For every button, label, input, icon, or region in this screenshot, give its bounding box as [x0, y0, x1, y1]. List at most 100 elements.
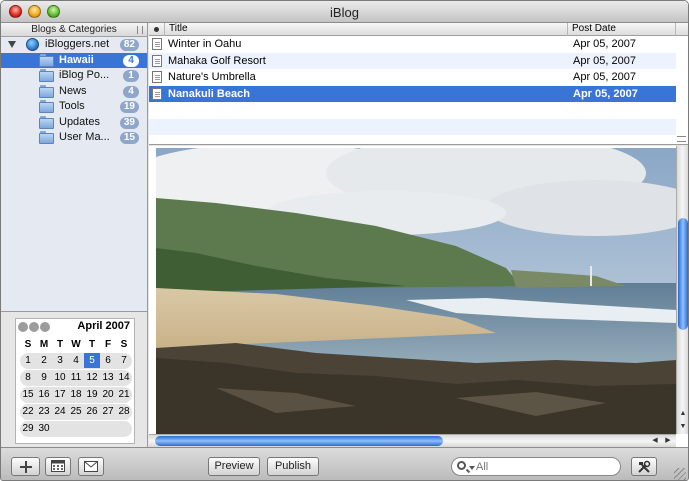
post-list: Title Post Date Winter in Oahu Apr 05, 2… [149, 23, 688, 145]
calendar-day[interactable]: 22 [20, 404, 36, 419]
calendar-day[interactable]: 12 [84, 370, 100, 385]
post-date: Apr 05, 2007 [573, 87, 638, 100]
mail-button[interactable] [78, 457, 104, 476]
preview-button[interactable]: Preview [208, 457, 260, 476]
calendar-day[interactable]: 25 [68, 404, 84, 419]
calendar-day[interactable]: 6 [100, 353, 116, 368]
calendar-day[interactable]: 7 [116, 353, 132, 368]
calendar-day[interactable]: 1 [20, 353, 36, 368]
calendar-day[interactable]: 14 [116, 370, 132, 385]
post-date: Apr 05, 2007 [573, 71, 636, 83]
search-input[interactable] [476, 459, 616, 474]
next-month-icon[interactable] [40, 322, 50, 332]
scroll-down-arrow-icon[interactable]: ▼ [677, 421, 688, 433]
calendar-day[interactable]: 16 [36, 387, 52, 402]
calendar-day[interactable]: 24 [52, 404, 68, 419]
calendar-grid: S M T W T F S 1 2 3 4 5 6 7 8 9 10 11 12 13 14 15 16 17 1… [20, 337, 132, 438]
date-column-header[interactable]: Post Date [568, 23, 676, 36]
calendar-day [100, 421, 116, 436]
count-badge: 15 [119, 132, 139, 144]
sidebar-item-hawaii[interactable]: Hawaii 4 [1, 52, 147, 68]
search-menu-arrow-icon[interactable] [469, 466, 475, 470]
sidebar-item-updates[interactable]: Updates 39 [1, 115, 147, 131]
sidebar-item-tools[interactable]: Tools 19 [1, 99, 147, 115]
title-column-header[interactable]: Title [165, 23, 568, 36]
document-icon [152, 54, 162, 67]
folder-icon [39, 100, 54, 113]
calendar-day[interactable]: 10 [52, 370, 68, 385]
scroll-up-arrow-icon[interactable]: ▲ [677, 408, 688, 420]
calendar-day[interactable]: 21 [116, 387, 132, 402]
horizontal-scrollbar[interactable]: ◀ ▶ [149, 434, 676, 447]
calendar-day[interactable]: 11 [68, 370, 84, 385]
calendar-day[interactable]: 4 [68, 353, 84, 368]
sidebar-item-iblog-posts[interactable]: iBlog Po... 1 [1, 68, 147, 84]
scroll-right-arrow-icon[interactable]: ▶ [662, 435, 674, 447]
search-field[interactable] [451, 457, 621, 476]
sidebar-item-user-manual[interactable]: User Ma... 15 [1, 130, 147, 146]
weekday: T [88, 339, 96, 350]
tools-icon [638, 460, 651, 473]
calendar-day[interactable]: 15 [20, 387, 36, 402]
horizontal-scroll-thumb[interactable] [155, 436, 443, 446]
post-row[interactable]: Nature's Umbrella Apr 05, 2007 [149, 69, 676, 86]
sidebar-header[interactable]: Blogs & Categories [1, 23, 147, 37]
post-rows: Winter in Oahu Apr 05, 2007 Mahaka Golf … [149, 36, 676, 135]
calendar-day[interactable]: 30 [36, 421, 52, 436]
calendar-day[interactable]: 18 [68, 387, 84, 402]
folder-icon [39, 131, 54, 144]
calendar-day[interactable]: 20 [100, 387, 116, 402]
calendar-day[interactable]: 28 [116, 404, 132, 419]
search-icon[interactable] [457, 461, 466, 470]
calendar-day[interactable]: 23 [36, 404, 52, 419]
today-icon[interactable] [29, 322, 39, 332]
calendar-day[interactable]: 3 [52, 353, 68, 368]
calendar-week-row: 1234567 [20, 353, 132, 369]
calendar-day[interactable]: 9 [36, 370, 52, 385]
calendar-icon [51, 460, 65, 472]
publish-button[interactable]: Publish [267, 457, 319, 476]
sidebar-item-news[interactable]: News 4 [1, 84, 147, 100]
calendar-day [68, 421, 84, 436]
sidebar-item-label: Tools [59, 100, 85, 112]
calendar-day[interactable]: 2 [36, 353, 52, 368]
calendar-day[interactable]: 13 [100, 370, 116, 385]
sidebar-root-blog[interactable]: iBloggers.net 82 [1, 37, 147, 53]
globe-icon [26, 38, 39, 51]
calendar-day[interactable]: 29 [20, 421, 36, 436]
status-column-header[interactable] [149, 23, 165, 36]
calendar-week-row: 15 16 17 18 19 20 21 [20, 387, 132, 403]
calendar-day[interactable]: 5 [84, 353, 100, 368]
weekday: T [56, 339, 64, 350]
column-grip-icon[interactable] [137, 26, 143, 34]
calendar-weeks: 1 2 3 4 5 6 7 8 9 10 11 12 13 14 15 16 17 18 19 20 21 22 23 24 2… [20, 353, 132, 437]
disclosure-triangle-icon[interactable] [8, 41, 16, 48]
post-title: Nanakuli Beach [168, 87, 250, 100]
tools-button[interactable] [631, 457, 657, 476]
count-badge: 4 [123, 54, 139, 67]
post-row[interactable]: Winter in Oahu Apr 05, 2007 [149, 36, 676, 53]
vertical-scroll-thumb[interactable] [678, 218, 688, 330]
calendar-day[interactable]: 8 [20, 370, 36, 385]
count-badge: 19 [119, 101, 139, 113]
add-post-button[interactable] [11, 457, 40, 476]
title-bar[interactable]: iBlog [1, 1, 688, 23]
post-row[interactable]: Mahaka Golf Resort Apr 05, 2007 [149, 52, 676, 69]
split-view-grip-icon[interactable] [677, 136, 686, 142]
vertical-scrollbar[interactable]: ▲ ▼ [676, 146, 688, 434]
document-icon [152, 38, 162, 50]
app-window: iBlog Blogs & Categories iBloggers.net 8… [0, 0, 689, 481]
calendar-day[interactable]: 26 [84, 404, 100, 419]
scroll-left-arrow-icon[interactable]: ◀ [649, 435, 661, 447]
window-resize-grip-icon[interactable] [674, 468, 686, 480]
folder-icon [39, 84, 54, 98]
calendar-day[interactable]: 27 [100, 404, 116, 419]
sidebar-item-label: iBlog Po... [59, 69, 110, 81]
calendar-day[interactable]: 17 [52, 387, 68, 402]
calendar-day[interactable]: 19 [84, 387, 100, 402]
calendar-toggle-button[interactable] [45, 457, 71, 476]
post-date: Apr 05, 2007 [573, 54, 636, 67]
prev-month-icon[interactable] [18, 322, 28, 332]
calendar-day [116, 421, 132, 436]
post-row[interactable]: Nanakuli Beach Apr 05, 2007 [149, 85, 676, 102]
